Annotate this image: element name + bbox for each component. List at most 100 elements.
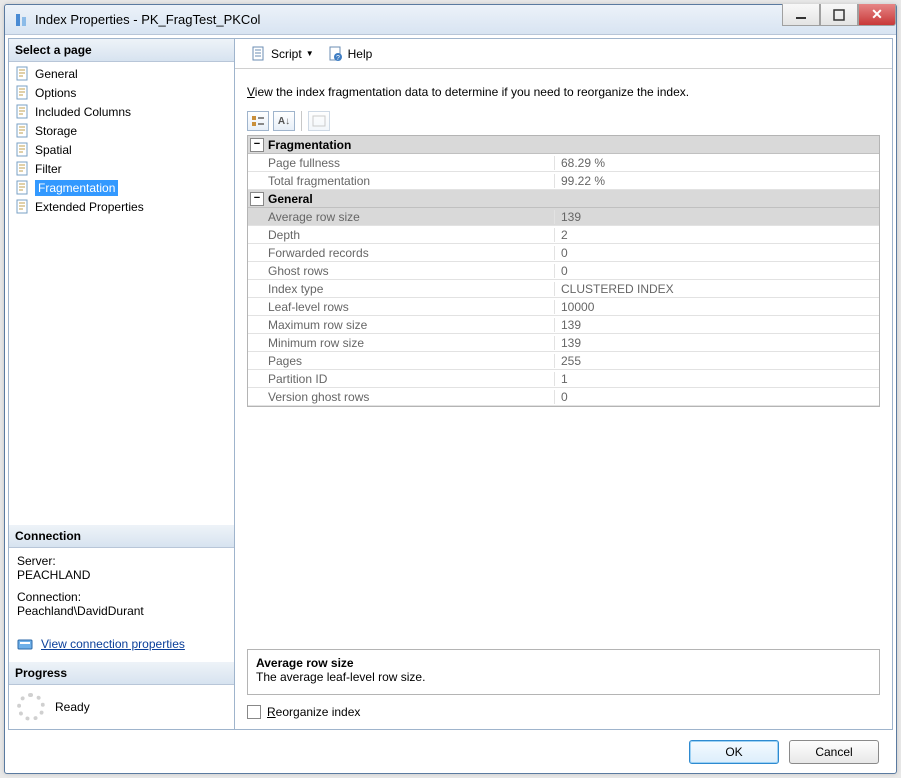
property-value: 139 — [554, 336, 879, 350]
sidebar-item-general[interactable]: General — [9, 64, 234, 83]
property-label: Maximum row size — [268, 318, 554, 332]
property-row[interactable]: Index typeCLUSTERED INDEX — [248, 280, 879, 298]
server-value: PEACHLAND — [17, 568, 226, 582]
sidebar-item-fragmentation[interactable]: Fragmentation — [9, 178, 234, 197]
select-page-header: Select a page — [9, 39, 234, 62]
connection-body: Server: PEACHLAND Connection: Peachland\… — [9, 548, 234, 632]
page-icon — [15, 142, 31, 158]
chevron-down-icon: ▼ — [306, 49, 314, 58]
description-title: Average row size — [256, 656, 871, 670]
page-icon — [15, 66, 31, 82]
page-icon — [15, 123, 31, 139]
sidebar-item-included-columns[interactable]: Included Columns — [9, 102, 234, 121]
property-label: Version ghost rows — [268, 390, 554, 404]
property-pages-button[interactable] — [308, 111, 330, 131]
index-icon — [13, 12, 29, 28]
connection-header: Connection — [9, 525, 234, 548]
section-title: General — [268, 192, 313, 206]
main-toolbar: Script ▼ ? Help — [235, 39, 892, 69]
svg-text:?: ? — [336, 55, 340, 62]
help-button[interactable]: ? Help — [322, 44, 379, 64]
script-icon — [251, 46, 267, 62]
page-icon — [15, 199, 31, 215]
sidebar-item-label: Extended Properties — [35, 200, 144, 214]
view-connection-properties-link[interactable]: View connection properties — [41, 637, 185, 651]
sort-az-button[interactable]: A↓ — [273, 111, 295, 131]
property-row[interactable]: Minimum row size139 — [248, 334, 879, 352]
property-label: Index type — [268, 282, 554, 296]
property-row[interactable]: Partition ID1 — [248, 370, 879, 388]
property-value: 0 — [554, 246, 879, 260]
description-text: The average leaf-level row size. — [256, 670, 871, 684]
property-grid-toolbar: A↓ — [235, 105, 892, 135]
categorize-button[interactable] — [247, 111, 269, 131]
progress-spinner-icon — [17, 693, 45, 721]
sidebar-item-spatial[interactable]: Spatial — [9, 140, 234, 159]
progress-body: Ready — [9, 685, 234, 729]
sidebar-item-extended-properties[interactable]: Extended Properties — [9, 197, 234, 216]
property-label: Average row size — [268, 210, 554, 224]
property-label: Ghost rows — [268, 264, 554, 278]
property-row[interactable]: Version ghost rows0 — [248, 388, 879, 406]
sidebar-item-label: Spatial — [35, 143, 72, 157]
instruction-text: View the index fragmentation data to det… — [235, 69, 892, 105]
page-icon — [15, 104, 31, 120]
property-label: Partition ID — [268, 372, 554, 386]
property-row[interactable]: Leaf-level rows10000 — [248, 298, 879, 316]
property-label: Forwarded records — [268, 246, 554, 260]
dialog-button-row: OK Cancel — [8, 730, 893, 770]
window-buttons: ✕ — [782, 5, 896, 34]
maximize-button[interactable] — [820, 4, 858, 26]
property-row[interactable]: Forwarded records0 — [248, 244, 879, 262]
sidebar-item-filter[interactable]: Filter — [9, 159, 234, 178]
reorganize-row: Reorganize index — [247, 705, 880, 719]
help-icon: ? — [328, 46, 344, 62]
progress-status: Ready — [55, 700, 90, 714]
property-section-general: −General — [248, 190, 879, 208]
conn-value: Peachland\DavidDurant — [17, 604, 226, 618]
script-label: Script — [271, 47, 302, 61]
reorganize-label[interactable]: Reorganize index — [267, 705, 360, 719]
property-value: 255 — [554, 354, 879, 368]
page-icon — [15, 161, 31, 177]
property-row[interactable]: Depth2 — [248, 226, 879, 244]
property-value: 2 — [554, 228, 879, 242]
page-icon — [15, 180, 31, 196]
property-label: Minimum row size — [268, 336, 554, 350]
sidebar-item-label: General — [35, 67, 78, 81]
property-row[interactable]: Pages255 — [248, 352, 879, 370]
main-panel: Script ▼ ? Help View the index fragmenta… — [235, 39, 892, 729]
close-button[interactable]: ✕ — [858, 4, 896, 26]
property-label: Depth — [268, 228, 554, 242]
client-area: Select a page General Options Included Col… — [5, 35, 896, 773]
cancel-button[interactable]: Cancel — [789, 740, 879, 764]
property-grid[interactable]: −FragmentationPage fullness68.29 %Total … — [247, 135, 880, 407]
script-button[interactable]: Script ▼ — [245, 44, 320, 64]
property-value: 99.22 % — [554, 174, 879, 188]
property-row[interactable]: Ghost rows0 — [248, 262, 879, 280]
collapse-toggle[interactable]: − — [250, 192, 264, 206]
progress-header: Progress — [9, 662, 234, 685]
property-row[interactable]: Maximum row size139 — [248, 316, 879, 334]
property-value: 0 — [554, 390, 879, 404]
sidebar-item-storage[interactable]: Storage — [9, 121, 234, 140]
dialog-window: Index Properties - PK_FragTest_PKCol ✕ S… — [4, 4, 897, 774]
sidebar-item-label: Options — [35, 86, 76, 100]
property-row[interactable]: Average row size139 — [248, 208, 879, 226]
property-row[interactable]: Total fragmentation99.22 % — [248, 172, 879, 190]
titlebar[interactable]: Index Properties - PK_FragTest_PKCol ✕ — [5, 5, 896, 35]
sidebar-item-label: Storage — [35, 124, 77, 138]
property-value: 139 — [554, 318, 879, 332]
page-nav-list: General Options Included Columns Storage Spa… — [9, 62, 234, 218]
ok-button[interactable]: OK — [689, 740, 779, 764]
collapse-toggle[interactable]: − — [250, 138, 264, 152]
minimize-button[interactable] — [782, 4, 820, 26]
sidebar-item-options[interactable]: Options — [9, 83, 234, 102]
property-row[interactable]: Page fullness68.29 % — [248, 154, 879, 172]
property-value: 0 — [554, 264, 879, 278]
property-label: Pages — [268, 354, 554, 368]
sidebar-item-label: Included Columns — [35, 105, 131, 119]
sidebar-item-label: Fragmentation — [35, 180, 118, 196]
reorganize-checkbox[interactable] — [247, 705, 261, 719]
property-description-box: Average row size The average leaf-level … — [247, 649, 880, 695]
